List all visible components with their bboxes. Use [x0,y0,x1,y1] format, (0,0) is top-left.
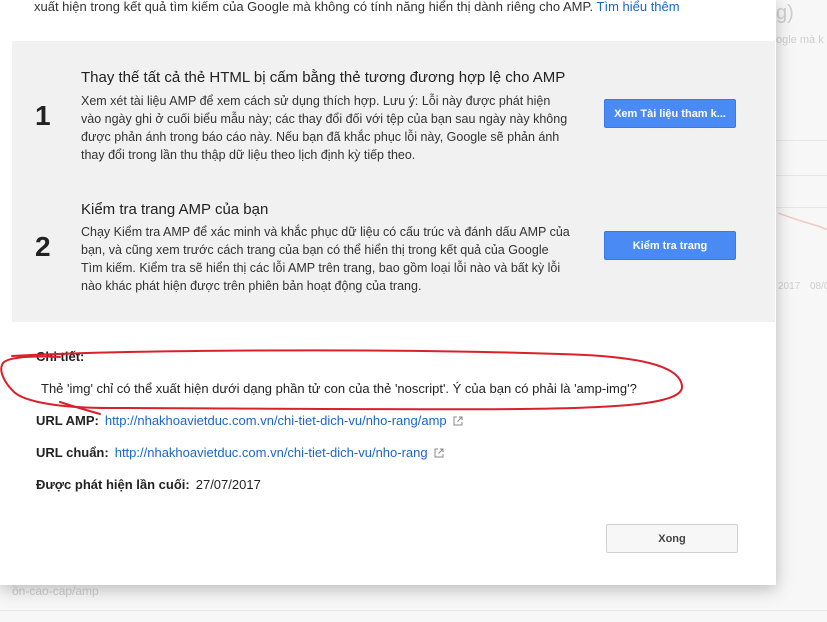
intro-text-body: xuất hiện trong kết quả tìm kiếm của Goo… [34,0,594,14]
view-reference-button[interactable]: Xem Tài liệu tham k... [604,99,736,128]
last-detected-row: Được phát hiện lần cuối: 27/07/2017 [36,477,261,492]
step-title: Thay thế tất cả thẻ HTML bị cấm bằng thẻ… [81,69,566,86]
fix-steps-panel: 1 Thay thế tất cả thẻ HTML bị cấm bằng t… [12,41,775,322]
intro-text: xuất hiện trong kết quả tìm kiếm của Goo… [34,0,680,14]
bg-fragment-text: ogle mà k [776,34,824,46]
last-detected-label: Được phát hiện lần cuối: [36,477,190,492]
canonical-url-link[interactable]: http://nhakhoavietduc.com.vn/chi-tiet-di… [115,445,428,460]
amp-issue-dialog: xuất hiện trong kết quả tìm kiếm của Goo… [0,0,776,585]
bg-gridline [776,140,827,141]
amp-url-label: URL AMP: [36,413,99,428]
details-message: Thẻ 'img' chỉ có thể xuất hiện dưới dạng… [41,381,637,396]
step-title: Kiểm tra trang AMP của bạn [81,201,269,218]
bg-fragment-date: 2017 [778,281,801,292]
step-description: Chạy Kiểm tra AMP để xác minh và khắc ph… [81,225,570,293]
bg-chart-line [778,212,827,231]
external-link-icon[interactable] [434,448,444,458]
test-page-button[interactable]: Kiểm tra trang [604,231,736,260]
details-label: Chi tiết: [36,349,85,364]
canonical-url-row: URL chuẩn: http://nhakhoavietduc.com.vn/… [36,445,444,460]
canonical-url-label: URL chuẩn: [36,445,109,460]
step-number: 2 [35,231,51,262]
bg-divider [0,610,827,611]
amp-url-link[interactable]: http://nhakhoavietduc.com.vn/chi-tiet-di… [105,413,447,428]
last-detected-value: 27/07/2017 [195,477,261,492]
bg-fragment-date: 08/0 [810,281,827,292]
learn-more-link[interactable]: Tìm hiểu thêm [597,0,680,14]
done-button[interactable]: Xong [606,524,738,553]
amp-url-row: URL AMP: http://nhakhoavietduc.com.vn/ch… [36,413,463,428]
step-description: Xem xét tài liệu AMP để xem cách sử dụng… [81,94,568,162]
external-link-icon[interactable] [453,416,463,426]
bg-fragment-heading: g) [776,2,794,24]
bg-fragment-url: ồn-cao-cap/amp [12,584,99,598]
step-number: 1 [35,100,51,131]
